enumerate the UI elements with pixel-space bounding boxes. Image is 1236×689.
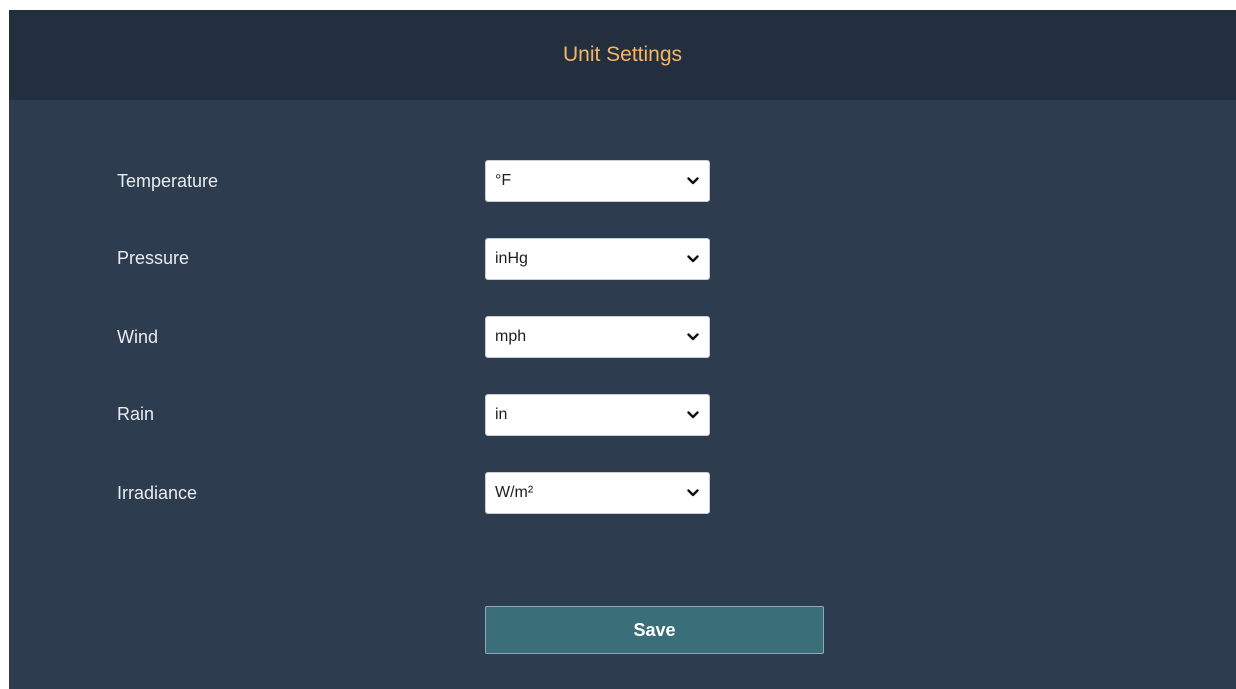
temperature-label: Temperature — [117, 171, 219, 191]
rain-select[interactable]: in — [485, 394, 710, 436]
irradiance-select[interactable]: W/m² — [485, 472, 710, 514]
save-button[interactable]: Save — [485, 606, 824, 654]
pressure-select-value: inHg — [495, 250, 528, 267]
irradiance-label: Irradiance — [117, 483, 198, 503]
chevron-down-icon — [687, 177, 699, 185]
chevron-down-icon — [687, 489, 699, 497]
page-title: Unit Settings — [562, 43, 683, 66]
wind-label: Wind — [117, 327, 159, 347]
chevron-down-icon — [687, 255, 699, 263]
wind-select[interactable]: mph — [485, 316, 710, 358]
chevron-down-icon — [687, 333, 699, 341]
unit-settings-panel: Unit Settings Temperature °F Pressure in… — [9, 10, 1236, 689]
header-bar: Unit Settings — [9, 10, 1236, 100]
wind-select-value: mph — [495, 328, 527, 345]
irradiance-select-value: W/m² — [495, 484, 534, 501]
rain-label: Rain — [117, 404, 155, 424]
temperature-select-value: °F — [495, 172, 512, 189]
temperature-select[interactable]: °F — [485, 160, 710, 202]
pressure-select[interactable]: inHg — [485, 238, 710, 280]
pressure-label: Pressure — [117, 248, 190, 268]
chevron-down-icon — [687, 411, 699, 419]
rain-select-value: in — [495, 406, 508, 423]
